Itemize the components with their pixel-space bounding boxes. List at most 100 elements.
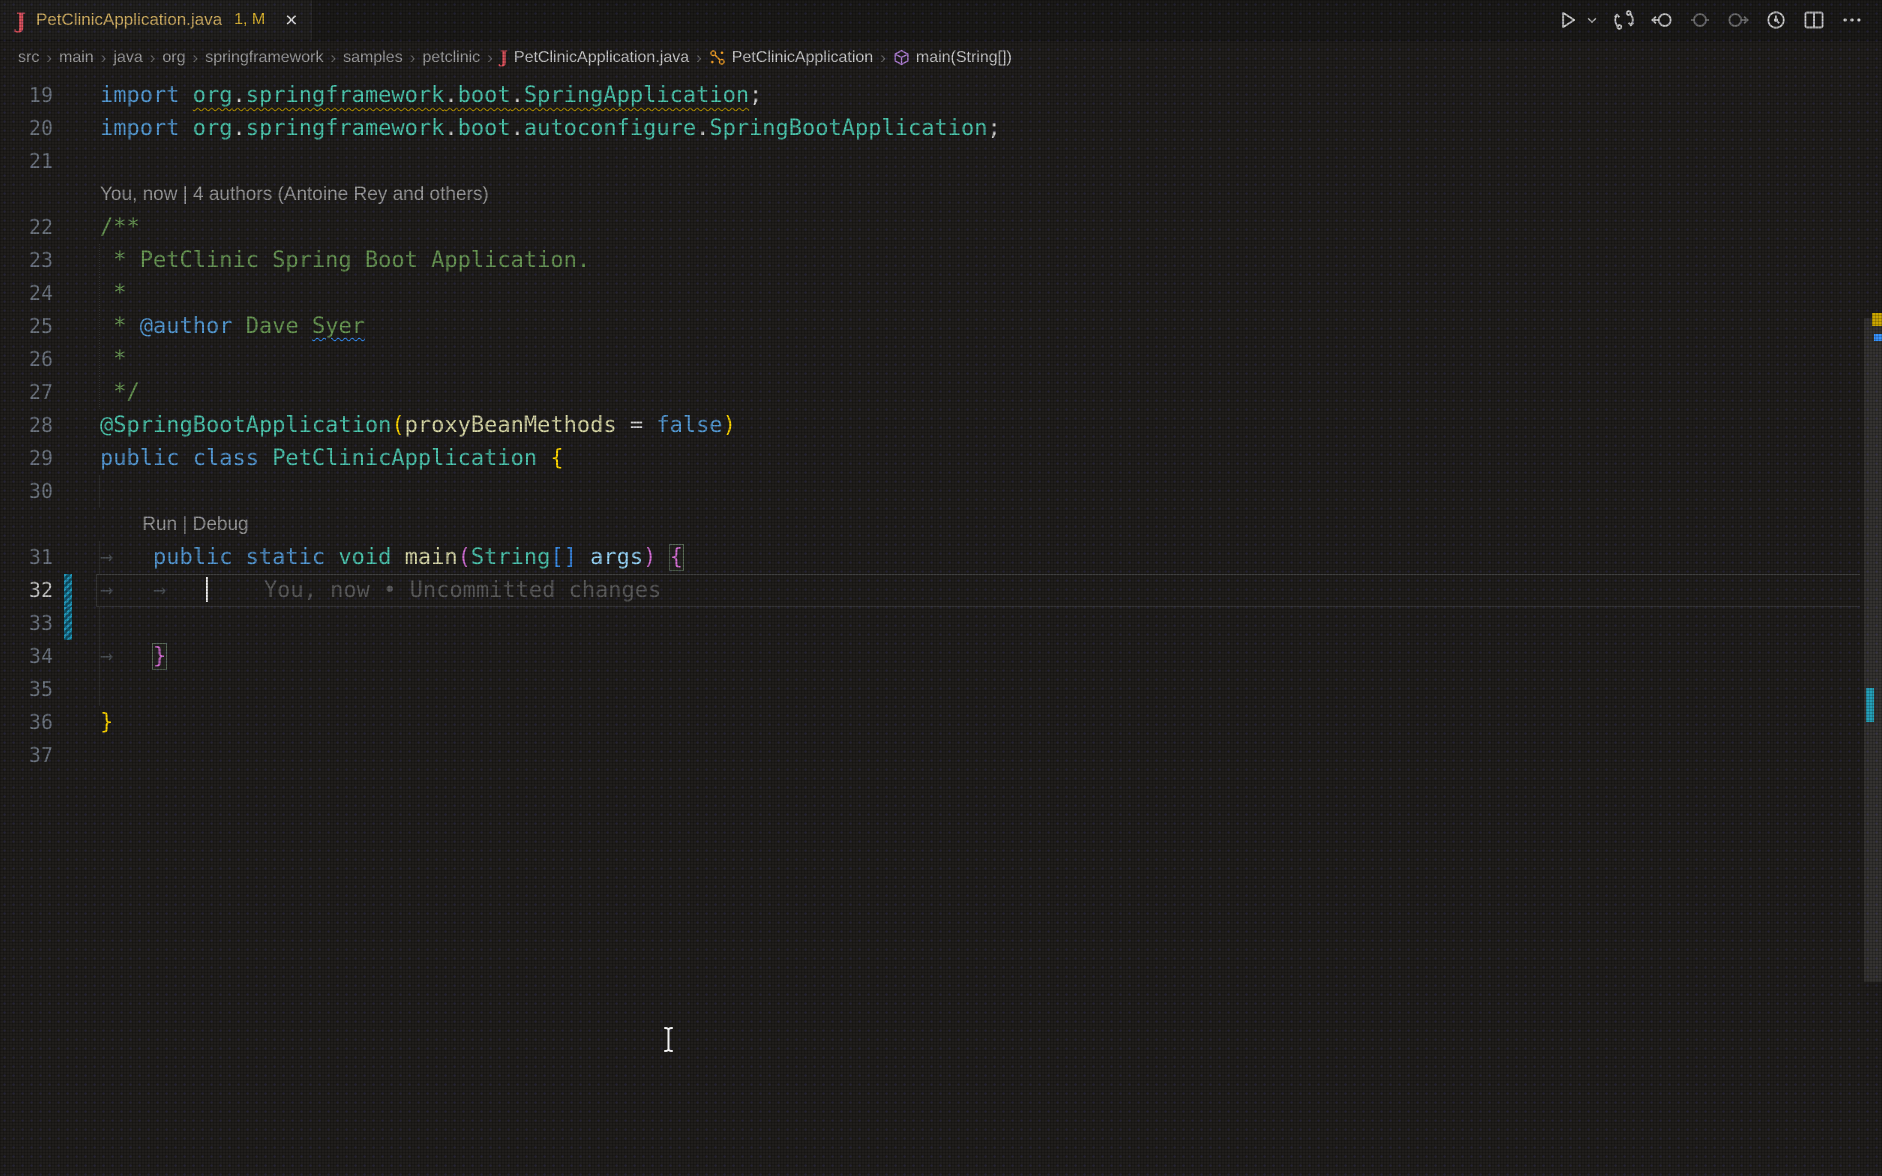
- line-number[interactable]: 34: [0, 640, 53, 673]
- more-actions-icon[interactable]: [1836, 5, 1868, 35]
- code-text[interactable]: *: [99, 343, 1882, 376]
- breadcrumb-item-java[interactable]: java: [113, 49, 142, 67]
- code-line-30[interactable]: 30: [0, 475, 1882, 508]
- navigate-back-icon[interactable]: [1646, 5, 1678, 35]
- code-lens-link-run[interactable]: Run: [142, 514, 177, 535]
- code-line-32[interactable]: 32 → → You, now • Uncommitted changes: [0, 574, 1882, 607]
- breadcrumb-item-org[interactable]: org: [162, 49, 185, 67]
- breadcrumb-item-petclinicapplication[interactable]: PetClinicApplication: [709, 49, 873, 67]
- split-editor-icon[interactable]: [1798, 5, 1830, 35]
- code-text[interactable]: →}: [99, 640, 1882, 673]
- line-number[interactable]: [0, 508, 53, 541]
- code-line-28[interactable]: 28 @SpringBootApplication(proxyBeanMethod…: [0, 409, 1882, 442]
- code-line-36[interactable]: 36}: [0, 706, 1882, 739]
- code-line-34[interactable]: 34 →}: [0, 640, 1882, 673]
- line-number[interactable]: 35: [0, 673, 53, 706]
- code-line-20[interactable]: 20 import org.springframework.boot.autoco…: [0, 112, 1882, 145]
- run-dropdown-icon[interactable]: [1582, 5, 1602, 35]
- code-line-37[interactable]: 37: [0, 739, 1882, 772]
- line-number[interactable]: 19: [0, 79, 53, 112]
- navigate-forward-icon[interactable]: [1722, 5, 1754, 35]
- editor[interactable]: 19 import org.springframework.boot.Spring…: [0, 74, 1882, 982]
- code-token: * PetClinic Spring Boot Application.: [100, 248, 591, 273]
- code-line-19[interactable]: 19 import org.springframework.boot.Spring…: [0, 79, 1882, 112]
- code-line-33[interactable]: 33: [0, 607, 1882, 640]
- code-text[interactable]: }: [100, 706, 1882, 739]
- line-number[interactable]: 27: [0, 376, 53, 409]
- line-number[interactable]: 21: [0, 145, 53, 178]
- code-lens-row[interactable]: You, now | 4 authors (Antoine Rey and ot…: [0, 178, 1882, 211]
- code-line-29[interactable]: 29 public class PetClinicApplication {: [0, 442, 1882, 475]
- code-text[interactable]: import org.springframework.boot.SpringAp…: [100, 79, 1882, 112]
- breadcrumb-item-main-string-[interactable]: main(String[]): [893, 49, 1012, 67]
- code-text[interactable]: [99, 673, 1882, 706]
- code-line-27[interactable]: 27 */: [0, 376, 1882, 409]
- chevron-right-icon: ›: [46, 47, 52, 67]
- code-text[interactable]: [99, 475, 1882, 508]
- code-line-25[interactable]: 25 * @author Dave Syer: [0, 310, 1882, 343]
- line-number[interactable]: 30: [0, 475, 53, 508]
- code-lens-link-debug[interactable]: Debug: [193, 514, 249, 535]
- code-line-24[interactable]: 24 *: [0, 277, 1882, 310]
- code-line-26[interactable]: 26 *: [0, 343, 1882, 376]
- code-text[interactable]: [100, 739, 1882, 772]
- breadcrumb-item-springframework[interactable]: springframework: [205, 49, 323, 67]
- code-text[interactable]: import org.springframework.boot.autoconf…: [100, 112, 1882, 145]
- code-line-35[interactable]: 35: [0, 673, 1882, 706]
- code-text[interactable]: public class PetClinicApplication {: [100, 442, 1882, 475]
- code-token: String: [470, 545, 551, 570]
- line-number[interactable]: 33: [0, 607, 53, 640]
- line-number[interactable]: 31: [0, 541, 53, 574]
- code-lens-row[interactable]: Run | Debug: [0, 508, 1882, 541]
- code-token: /**: [100, 215, 140, 240]
- code-lens-link-you-now-4-authors-antoine-rey-and-others-[interactable]: You, now | 4 authors (Antoine Rey and ot…: [100, 184, 489, 205]
- line-number[interactable]: 22: [0, 211, 53, 244]
- chevron-right-icon: ›: [100, 47, 107, 67]
- code-text[interactable]: * PetClinic Spring Boot Application.: [99, 244, 1882, 277]
- code-text[interactable]: → → You, now • Uncommitted changes: [100, 574, 1882, 607]
- close-icon[interactable]: ×: [285, 10, 297, 31]
- breadcrumb-item-main[interactable]: main: [59, 49, 94, 67]
- code-text[interactable]: * @author Dave Syer: [99, 310, 1882, 343]
- code-token: (: [391, 413, 405, 438]
- breadcrumb-item-src[interactable]: src: [18, 49, 39, 67]
- code-text[interactable]: [100, 145, 1882, 178]
- vertical-scrollbar[interactable]: [1864, 318, 1882, 982]
- indent-guide: [99, 541, 100, 574]
- timeline-icon[interactable]: [1760, 5, 1792, 35]
- code-text[interactable]: */: [99, 376, 1882, 409]
- code-line-23[interactable]: 23 * PetClinic Spring Boot Application.: [0, 244, 1882, 277]
- code-token: .: [510, 83, 524, 108]
- code-text[interactable]: /**: [100, 211, 1882, 244]
- code-line-22[interactable]: 22 /**: [0, 211, 1882, 244]
- line-number[interactable]: 24: [0, 277, 53, 310]
- code-lens-content[interactable]: You, now | 4 authors (Antoine Rey and ot…: [100, 178, 1882, 211]
- line-number[interactable]: 25: [0, 310, 53, 343]
- line-number[interactable]: 20: [0, 112, 53, 145]
- line-number[interactable]: 26: [0, 343, 53, 376]
- line-number[interactable]: [0, 178, 53, 211]
- code-line-21[interactable]: 21: [0, 145, 1882, 178]
- line-number[interactable]: 36: [0, 706, 53, 739]
- run-icon[interactable]: [1552, 5, 1584, 35]
- line-number[interactable]: 23: [0, 244, 53, 277]
- compare-changes-icon[interactable]: [1608, 5, 1640, 35]
- code-text[interactable]: → public static void main(String[] args) …: [99, 541, 1882, 574]
- code-text[interactable]: *: [99, 277, 1882, 310]
- code-lens-content[interactable]: Run | Debug: [100, 508, 1882, 541]
- code-line-31[interactable]: 31 → public static void main(String[] args…: [0, 541, 1882, 574]
- line-number[interactable]: 28: [0, 409, 53, 442]
- breadcrumb-item-petclinicapplication-java[interactable]: J PetClinicApplication.java: [500, 48, 689, 68]
- line-number[interactable]: 37: [0, 739, 53, 772]
- breadcrumb-label: main(String[]): [915, 48, 1012, 66]
- tab-petclinicapplication[interactable]: J PetClinicApplication.java 1, M ×: [0, 0, 313, 40]
- code-text[interactable]: @SpringBootApplication(proxyBeanMethods …: [100, 409, 1882, 442]
- code-text[interactable]: [99, 607, 1882, 640]
- chevron-right-icon: ›: [149, 47, 156, 67]
- breakpoint-circle-icon[interactable]: [1684, 5, 1716, 35]
- breadcrumb-item-samples[interactable]: samples: [343, 49, 403, 67]
- breadcrumb-item-petclinic[interactable]: petclinic: [422, 49, 480, 67]
- line-number[interactable]: 29: [0, 442, 53, 475]
- line-number[interactable]: 32: [0, 574, 53, 607]
